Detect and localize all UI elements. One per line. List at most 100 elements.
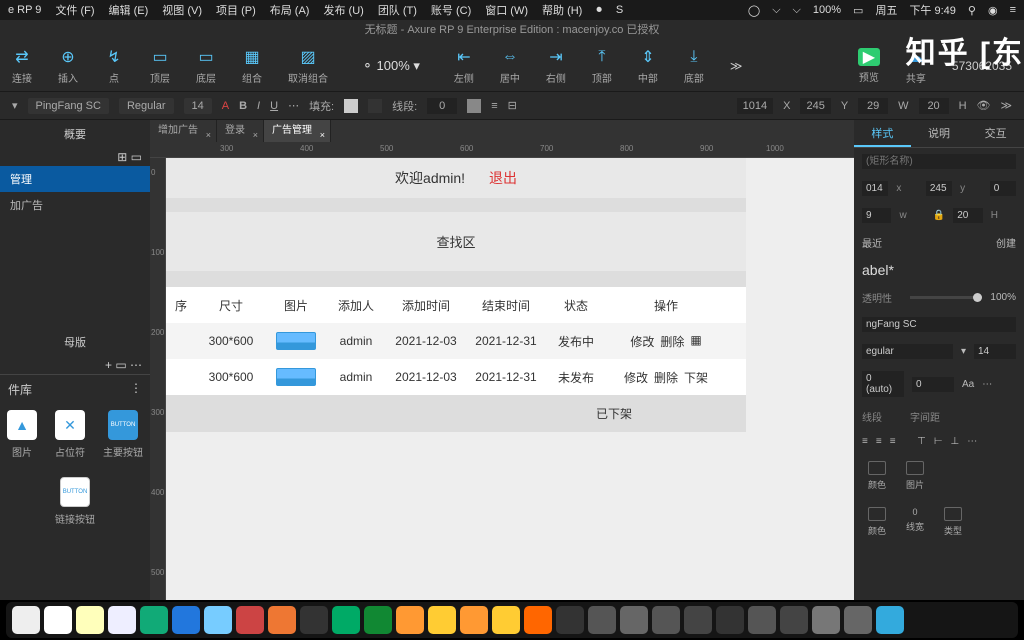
- insp-r[interactable]: 0: [990, 181, 1016, 196]
- aligntext-more-icon[interactable]: ⋯: [967, 436, 977, 447]
- size-dropdown[interactable]: 14: [184, 98, 212, 114]
- valign-b-icon[interactable]: ⊥: [951, 436, 960, 447]
- master-folder-icon[interactable]: ▭: [115, 358, 126, 372]
- dock-app[interactable]: [748, 606, 776, 634]
- dock-app[interactable]: [428, 606, 456, 634]
- overflow2-icon[interactable]: ≫: [1000, 99, 1012, 112]
- insp-x[interactable]: 014: [862, 181, 888, 196]
- menu-file[interactable]: 文件 (F): [55, 2, 94, 18]
- lib-menu-icon[interactable]: ⋮: [130, 381, 142, 398]
- dock-app[interactable]: [716, 606, 744, 634]
- delete-link[interactable]: 删除: [654, 369, 678, 386]
- lib-link-btn[interactable]: BUTTON链接按钮: [55, 477, 95, 526]
- rtab-notes[interactable]: 说明: [911, 120, 968, 147]
- menu-account[interactable]: 账号 (C): [431, 2, 471, 18]
- line-swatch[interactable]: [467, 99, 481, 113]
- ungroup-button[interactable]: ▨取消组合: [288, 47, 328, 85]
- menu-window[interactable]: 窗口 (W): [485, 2, 528, 18]
- account-id[interactable]: 573062035: [952, 59, 1012, 73]
- shape-name-input[interactable]: [862, 154, 1016, 169]
- menu-project[interactable]: 项目 (P): [216, 2, 256, 18]
- dock-app[interactable]: [876, 606, 904, 634]
- insp-font[interactable]: ngFang SC: [862, 317, 1016, 332]
- menu-help[interactable]: 帮助 (H): [542, 2, 582, 18]
- bluetooth-icon[interactable]: ⌵: [772, 4, 780, 17]
- row-image-thumb[interactable]: [276, 332, 316, 350]
- fill-swatch2[interactable]: [368, 99, 382, 113]
- insert-button[interactable]: ⊕插入: [58, 47, 78, 85]
- underline-button[interactable]: U: [270, 100, 278, 112]
- preview-button[interactable]: ▶预览: [858, 48, 880, 84]
- dock-app[interactable]: [76, 606, 104, 634]
- visibility-icon[interactable]: 👁: [977, 99, 991, 112]
- dock-app[interactable]: [236, 606, 264, 634]
- italic-button[interactable]: I: [257, 100, 260, 112]
- battery[interactable]: 100%: [813, 4, 841, 16]
- add-page-icon[interactable]: ⊞: [117, 150, 127, 164]
- border-color-button[interactable]: 颜色: [868, 507, 886, 537]
- mic-icon[interactable]: ⏺: [596, 4, 602, 17]
- connect-button[interactable]: ⇄连接: [12, 47, 32, 85]
- menu-view[interactable]: 视图 (V): [162, 2, 202, 18]
- point-button[interactable]: ↯点: [104, 47, 124, 85]
- fill-color-button[interactable]: 颜色: [868, 461, 886, 491]
- dock-app[interactable]: [12, 606, 40, 634]
- valign-t-icon[interactable]: ⊤: [917, 436, 926, 447]
- align-r-icon[interactable]: ≡: [890, 436, 896, 447]
- master-menu-icon[interactable]: ⋯: [130, 358, 142, 372]
- search-icon[interactable]: ⚲: [968, 4, 976, 17]
- dock-app[interactable]: [780, 606, 808, 634]
- rtab-ix[interactable]: 交互: [967, 120, 1024, 147]
- textcolor-icon[interactable]: Aa: [962, 379, 974, 390]
- lib-placeholder[interactable]: ✕占位符: [55, 410, 85, 459]
- insp-weight[interactable]: egular: [862, 344, 953, 359]
- add-master-icon[interactable]: +: [105, 358, 112, 372]
- align-bottom-button[interactable]: ⤓底部: [684, 47, 704, 85]
- menu-layout[interactable]: 布局 (A): [270, 2, 310, 18]
- dock-app[interactable]: [268, 606, 296, 634]
- label-style[interactable]: abel*: [862, 262, 894, 278]
- align-l-icon[interactable]: ≡: [862, 436, 868, 447]
- lib-primary-btn[interactable]: BUTTON主要按钮: [103, 410, 143, 459]
- dock-app[interactable]: [300, 606, 328, 634]
- dock-app[interactable]: [332, 606, 360, 634]
- delete-link[interactable]: 删除: [660, 333, 684, 350]
- valign-m-icon[interactable]: ⊢: [934, 436, 943, 447]
- dock-app[interactable]: [396, 606, 424, 634]
- more-text-icon[interactable]: ⋯: [982, 379, 992, 390]
- group-button[interactable]: ▦组合: [242, 47, 262, 85]
- menu-team[interactable]: 团队 (T): [378, 2, 417, 18]
- menu-edit[interactable]: 编辑 (E): [109, 2, 149, 18]
- pos-y[interactable]: 245: [800, 98, 830, 114]
- lock-icon[interactable]: 🔒: [933, 210, 945, 221]
- insp-size[interactable]: 14: [974, 344, 1016, 359]
- align-left-button[interactable]: ⇤左侧: [454, 47, 474, 85]
- tree-item-addad[interactable]: 加广告: [0, 192, 150, 218]
- qr-icon[interactable]: ▦: [690, 333, 701, 350]
- top-button[interactable]: ▭顶层: [150, 47, 170, 85]
- create-link[interactable]: 创建: [996, 235, 1016, 250]
- tree-item-manage[interactable]: 管理: [0, 166, 150, 192]
- zoomout-icon[interactable]: ⚬: [362, 58, 373, 73]
- align-top-button[interactable]: ⤒顶部: [592, 47, 612, 85]
- dock-app[interactable]: [844, 606, 872, 634]
- tab-login[interactable]: 登录×: [217, 120, 264, 142]
- dock-app[interactable]: [492, 606, 520, 634]
- insp-lh[interactable]: 0 (auto): [862, 371, 904, 397]
- dock-app[interactable]: [556, 606, 584, 634]
- dock-app[interactable]: [620, 606, 648, 634]
- line-width[interactable]: 0: [427, 98, 457, 114]
- row-image-thumb[interactable]: [276, 368, 316, 386]
- opacity-slider[interactable]: [910, 296, 982, 299]
- dock-app[interactable]: [812, 606, 840, 634]
- overflow-icon[interactable]: ≫: [730, 59, 743, 73]
- font-dropdown[interactable]: PingFang SC: [28, 98, 109, 114]
- tab-addad[interactable]: 增加广告×: [150, 120, 217, 142]
- logout-link[interactable]: 退出: [489, 170, 517, 186]
- text-color[interactable]: A: [222, 100, 229, 112]
- rtab-style[interactable]: 样式: [854, 120, 911, 147]
- bottom-button[interactable]: ▭底层: [196, 47, 216, 85]
- dock-app[interactable]: [588, 606, 616, 634]
- fill-image-button[interactable]: 图片: [906, 461, 924, 491]
- border-width-button[interactable]: 0线宽: [906, 507, 924, 537]
